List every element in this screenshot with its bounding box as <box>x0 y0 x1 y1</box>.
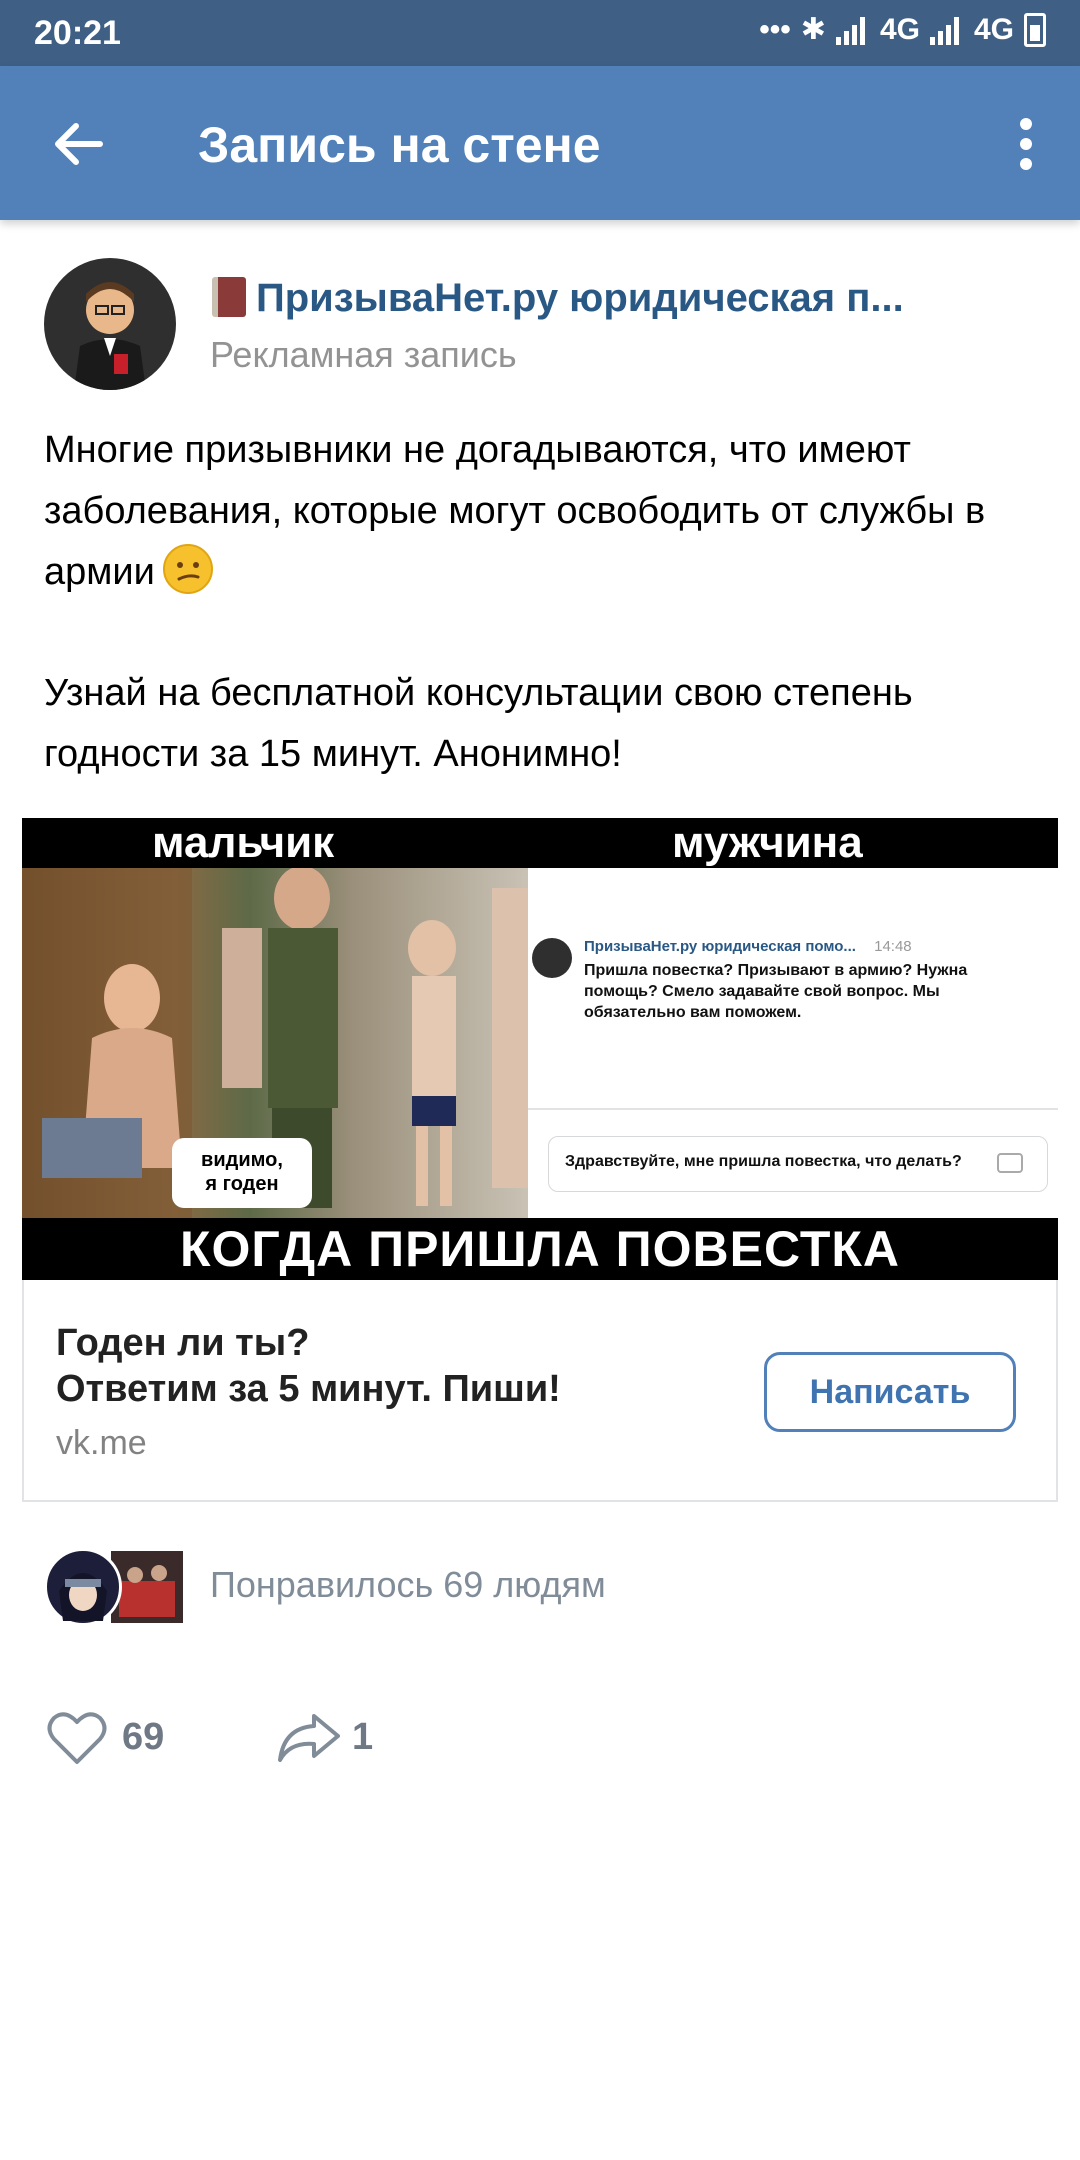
chat-author: ПризываНет.ру юридическая помо... <box>584 938 856 955</box>
page-title: Запись на стене <box>198 117 601 173</box>
caption-right: мужчина <box>672 818 863 867</box>
network-label-1: 4G <box>879 12 920 46</box>
camera-icon <box>997 1153 1023 1173</box>
heart-icon[interactable] <box>46 1710 108 1766</box>
image-top-captions: мальчик мужчина <box>22 818 1058 868</box>
author-avatar[interactable] <box>44 258 176 390</box>
signal-icon <box>835 15 870 45</box>
ad-headline-1: Годен ли ты? <box>56 1322 310 1364</box>
liked-by-text[interactable]: Понравилось 69 людям <box>210 1564 606 1606</box>
chat-message: Пришла повестка? Призывают в армию? Нужн… <box>584 962 968 1021</box>
battery-icon <box>1024 12 1046 47</box>
bluetooth-icon: ✱ <box>800 13 826 46</box>
chat-time: 14:48 <box>874 938 912 955</box>
post-text: Многие призывники не догадываются, что и… <box>44 420 1044 785</box>
ad-image[interactable]: мальчик мужчина видимо, я годен ПризываН… <box>22 818 1058 1280</box>
caption-bottom: КОГДА ПРИШЛА ПОВЕСТКА <box>180 1221 900 1277</box>
liker-avatar-1[interactable] <box>44 1548 122 1626</box>
ad-domain: vk.me <box>56 1424 147 1462</box>
post-text-paragraph-2: Узнай на бесплатной консультации свою ст… <box>44 672 913 775</box>
chat-panel: ПризываНет.ру юридическая помо... 14:48 … <box>528 868 1058 1218</box>
author-name[interactable]: ПризываНет.ру юридическая п... <box>212 276 912 321</box>
signal-icon-2 <box>929 15 964 45</box>
author-name-text: ПризываНет.ру юридическая п... <box>256 276 904 320</box>
ad-label: Рекламная запись <box>210 334 517 375</box>
chat-header: ПризываНет.ру юридическая помо... 14:48 <box>584 938 1044 955</box>
chat-input: Здравствуйте, мне пришла повестка, что д… <box>548 1136 1048 1192</box>
chat-input-bar <box>528 1108 1058 1110</box>
network-label-2: 4G <box>973 12 1014 46</box>
chat-avatar <box>532 938 572 978</box>
status-bar: 20:21 ••• ✱ 4G 4G <box>0 0 1080 66</box>
book-icon <box>212 277 246 317</box>
arrow-left-icon[interactable] <box>50 116 106 172</box>
share-icon[interactable] <box>276 1710 342 1766</box>
bubble-text: видимо, я годен <box>201 1149 283 1195</box>
write-button[interactable]: Написать <box>764 1352 1016 1432</box>
ad-headline-2: Ответим за 5 минут. Пиши! <box>56 1368 561 1410</box>
photo-panel: видимо, я годен <box>22 866 528 1218</box>
app-bar: Запись на стене <box>0 66 1080 220</box>
status-icons: ••• ✱ 4G 4G <box>759 12 1046 47</box>
more-dots-icon: ••• <box>759 12 791 46</box>
more-vertical-icon[interactable] <box>1018 118 1034 170</box>
like-count[interactable]: 69 <box>122 1716 164 1759</box>
caption-left: мальчик <box>152 818 335 867</box>
status-time: 20:21 <box>34 14 121 52</box>
confused-face-icon <box>162 544 213 594</box>
chat-input-text: Здравствуйте, мне пришла повестка, что д… <box>565 1153 962 1170</box>
speech-bubble: видимо, я годен <box>172 1138 312 1208</box>
share-count[interactable]: 1 <box>352 1716 373 1759</box>
ad-card[interactable]: Годен ли ты? Ответим за 5 минут. Пиши! v… <box>22 1280 1058 1502</box>
